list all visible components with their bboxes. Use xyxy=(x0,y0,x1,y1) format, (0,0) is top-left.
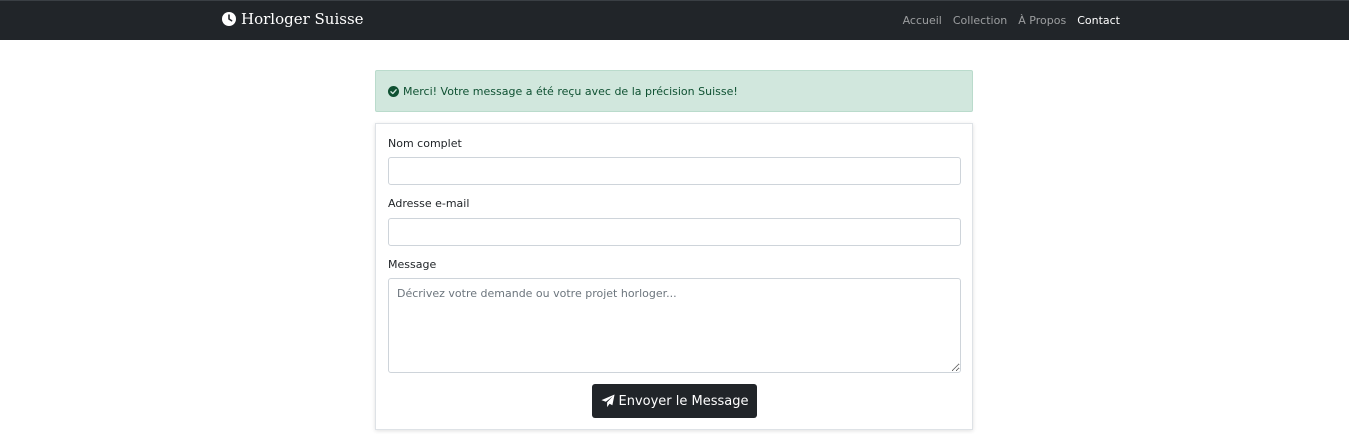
paper-plane-icon xyxy=(600,394,615,408)
brand-title: Horloger Suisse xyxy=(241,10,364,28)
clock-icon xyxy=(222,12,236,26)
message-textarea[interactable] xyxy=(388,278,961,373)
name-label: Nom complet xyxy=(388,137,462,150)
check-circle-icon xyxy=(388,85,399,97)
nav-link-contact[interactable]: Contact xyxy=(1077,14,1120,27)
send-message-button[interactable]: Envoyer le Message xyxy=(592,384,757,418)
alert-message: Merci! Votre message a été reçu avec de … xyxy=(403,84,738,98)
success-alert: Merci! Votre message a été reçu avec de … xyxy=(375,70,973,112)
name-input[interactable] xyxy=(388,157,961,185)
send-message-label: Envoyer le Message xyxy=(618,393,749,409)
email-input[interactable] xyxy=(388,218,961,246)
message-label: Message xyxy=(388,258,437,271)
nav-link-accueil[interactable]: Accueil xyxy=(903,14,942,27)
nav-link-a-propos[interactable]: À Propos xyxy=(1018,14,1066,27)
email-label: Adresse e-mail xyxy=(388,197,470,210)
nav-link-collection[interactable]: Collection xyxy=(953,14,1007,27)
nav-links: Accueil Collection À Propos Contact xyxy=(903,14,1120,27)
contact-form: Nom complet Adresse e-mail Message Envoy… xyxy=(375,123,973,430)
brand-link[interactable]: Horloger Suisse xyxy=(222,10,364,28)
navbar: Horloger Suisse Accueil Collection À Pro… xyxy=(0,0,1349,40)
